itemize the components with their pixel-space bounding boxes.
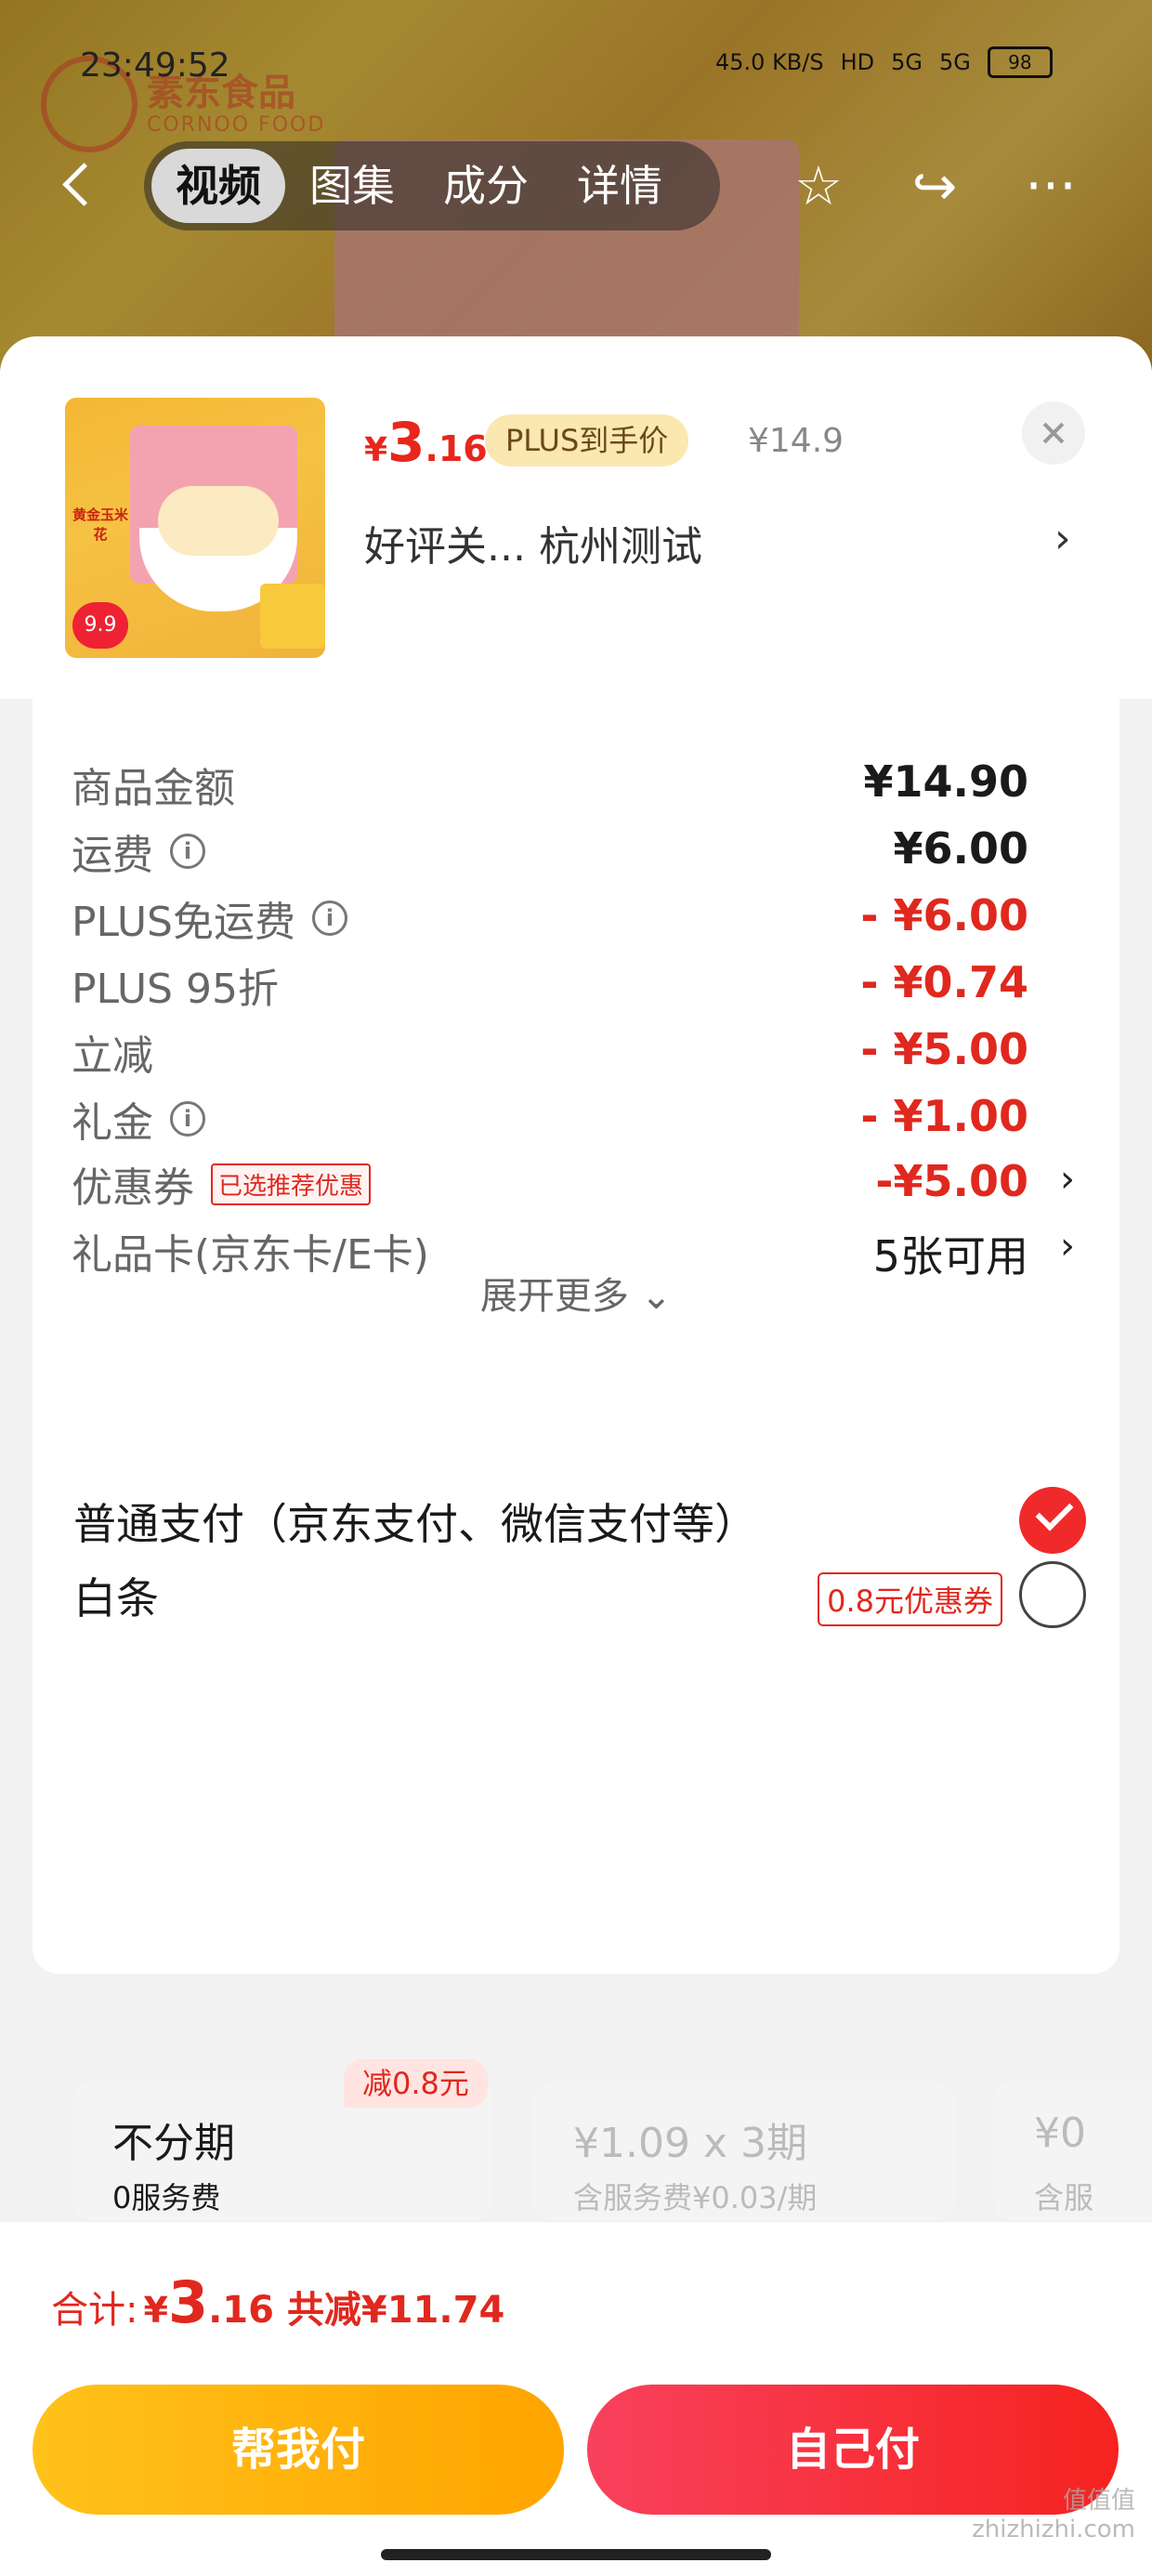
fee-label: PLUS 95折 — [72, 966, 279, 1013]
info-icon[interactable]: i — [170, 1101, 205, 1137]
fee-value: ¥14.90 — [863, 756, 1028, 807]
thumb-popcorn — [158, 486, 279, 556]
close-button[interactable] — [1022, 401, 1085, 465]
fee-row: 运费 i ¥6.00 — [72, 812, 1075, 887]
plus-price-tag: PLUS到手价 — [485, 414, 689, 467]
original-price: ¥14.9 — [748, 422, 844, 460]
coupon-row[interactable]: 优惠券 已选推荐优惠 -¥5.00 › — [72, 1145, 1075, 1219]
fee-row: 商品金额 ¥14.90 — [72, 745, 1075, 820]
plan-sub: 0服务费 — [112, 2180, 221, 2215]
fee-value: - ¥6.00 — [860, 890, 1028, 940]
checked-icon[interactable] — [1019, 1487, 1086, 1554]
fee-label: PLUS免运费 — [72, 899, 295, 946]
delivery-address[interactable]: 好评关... 杭州测试 — [364, 513, 702, 572]
thumb-cheese — [260, 584, 325, 649]
plan-title: ¥1.09 x 3期 — [573, 2120, 807, 2167]
plan-title: 不分期 — [112, 2120, 235, 2167]
total-label: 合计: — [51, 2289, 138, 2332]
help-me-pay-button[interactable]: 帮我付 — [33, 2385, 564, 2515]
net-speed: 45.0 KB/S — [715, 49, 824, 75]
chevron-down-icon: ⌄ — [640, 1275, 673, 1318]
media-tabs: 视频 图集 成分 详情 — [144, 141, 720, 230]
payment-method-card: 普通支付（京东支付、微信支付等） 白条 0.8元优惠券 — [33, 1453, 1119, 1974]
recommended-coupon-tag: 已选推荐优惠 — [211, 1163, 372, 1205]
top-nav: 视频 图集 成分 详情 ☆ ↪ ··· — [0, 139, 1152, 232]
info-icon[interactable]: i — [312, 900, 347, 936]
home-indicator[interactable] — [381, 2549, 771, 2560]
watermark: 值值值 zhizhizhi.com — [972, 2487, 1135, 2543]
plan-sub: 含服务费¥0.03/期 — [573, 2180, 818, 2215]
fee-label: 礼金 — [72, 1099, 153, 1147]
battery-icon: 98 — [987, 46, 1053, 78]
status-bar: 23:49:52 45.0 KB/S HD 5G 5G 98 — [0, 46, 1152, 93]
chevron-right-icon[interactable]: › — [1060, 1158, 1075, 1201]
plan-option-more[interactable]: ¥0 含服 — [993, 2082, 1152, 2221]
fee-label: 优惠券 — [72, 1164, 194, 1212]
fee-row: PLUS 95折 - ¥0.74 — [72, 946, 1075, 1020]
product-summary: 黄金玉米花 9.9 ¥ 3 .16 PLUS到手价 ¥14.9 好评关... 杭… — [0, 336, 1152, 699]
back-arrow-icon[interactable] — [59, 156, 97, 212]
fee-value: ¥6.00 — [893, 823, 1028, 874]
fee-value: - ¥1.00 — [860, 1091, 1028, 1141]
total-amount: 合计: ¥ 3 .16 共减¥11.74 — [51, 2268, 504, 2336]
more-dots-icon[interactable]: ··· — [1017, 152, 1084, 219]
total-discount: 共减¥11.74 — [286, 2289, 505, 2332]
plan-title: ¥0 — [1034, 2109, 1086, 2157]
thumb-price-badge: 9.9 — [72, 602, 128, 649]
tab-gallery[interactable]: 图集 — [285, 149, 419, 223]
chevron-right-icon[interactable]: › — [1060, 1225, 1075, 1268]
fee-row: PLUS免运费 i - ¥6.00 — [72, 879, 1075, 953]
hd-icon: HD — [840, 49, 875, 75]
product-price: ¥ 3 .16 — [364, 411, 488, 474]
fee-label: 立减 — [72, 1032, 153, 1080]
signal-5g-icon-2: 5G — [939, 49, 971, 75]
fee-value: -¥5.00 — [875, 1156, 1028, 1206]
price-decimal: .16 — [425, 428, 488, 469]
status-time: 23:49:52 — [80, 46, 230, 85]
status-icons: 45.0 KB/S HD 5G 5G 98 — [715, 46, 1053, 78]
tab-details[interactable]: 详情 — [553, 149, 687, 223]
expand-more-label: 展开更多 — [479, 1275, 629, 1318]
baitiao-label: 白条 — [73, 1573, 159, 1623]
fee-row: 立减 - ¥5.00 — [72, 1013, 1075, 1087]
plan-discount-badge: 减0.8元 — [344, 2059, 488, 2108]
normal-payment-label: 普通支付（京东支付、微信支付等） — [73, 1499, 757, 1549]
product-thumbnail[interactable]: 黄金玉米花 9.9 — [65, 398, 325, 658]
tab-video[interactable]: 视频 — [151, 149, 285, 223]
baitiao-coupon-tag: 0.8元优惠券 — [818, 1572, 1002, 1626]
expand-more-button[interactable]: 展开更多 ⌄ — [33, 1266, 1119, 1320]
total-decimal: .16 — [208, 2289, 274, 2332]
thumb-label: 黄金玉米花 — [72, 506, 129, 543]
fee-value: - ¥0.74 — [860, 957, 1028, 1007]
tab-ingredients[interactable]: 成分 — [419, 149, 553, 223]
price-symbol: ¥ — [364, 431, 388, 469]
fee-label: 运费 — [72, 832, 153, 879]
brand-logo-sub: CORNOO FOOD — [147, 112, 326, 137]
baitiao-payment-option[interactable]: 白条 0.8元优惠券 — [73, 1556, 1095, 1630]
fee-row: 礼金 i - ¥1.00 — [72, 1080, 1075, 1154]
fee-label: 商品金额 — [72, 765, 235, 812]
total-integer: 3 — [167, 2268, 209, 2336]
fee-value: - ¥5.00 — [860, 1024, 1028, 1074]
total-symbol: ¥ — [143, 2290, 168, 2331]
price-integer: 3 — [387, 411, 425, 474]
address-chevron-icon[interactable]: › — [1054, 515, 1092, 562]
favorite-star-icon[interactable]: ☆ — [785, 152, 852, 219]
share-icon[interactable]: ↪ — [901, 152, 968, 219]
signal-5g-icon: 5G — [891, 49, 923, 75]
plan-option-3[interactable]: ¥1.09 x 3期 含服务费¥0.03/期 — [532, 2082, 955, 2221]
normal-payment-option[interactable]: 普通支付（京东支付、微信支付等） — [73, 1481, 1095, 1556]
unchecked-icon[interactable] — [1019, 1561, 1086, 1628]
info-icon[interactable]: i — [170, 834, 205, 869]
plan-sub: 含服 — [1034, 2180, 1094, 2215]
